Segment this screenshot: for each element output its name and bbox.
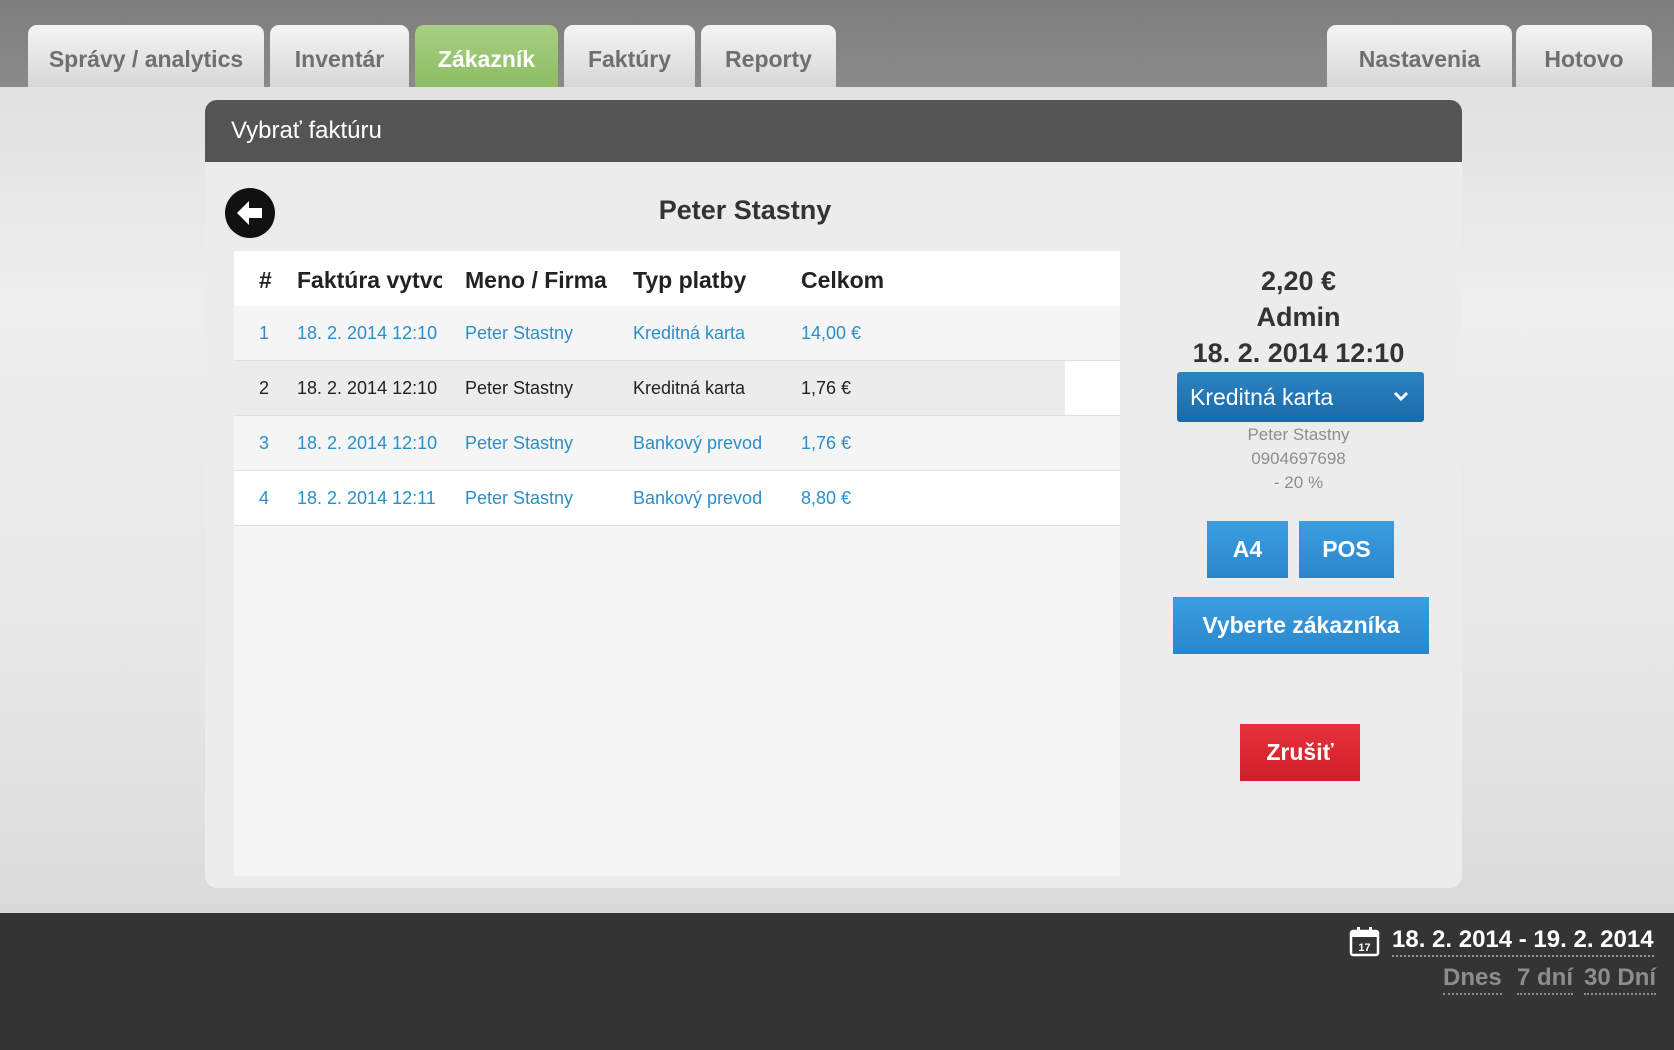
print-a4-button[interactable]: A4 <box>1207 521 1288 578</box>
tab-reporty[interactable]: Reporty <box>701 25 836 87</box>
table-row[interactable]: 3 18. 2. 2014 12:10 Peter Stastny Bankov… <box>234 416 1120 471</box>
row-total: 1,76 € <box>801 378 852 398</box>
row-payment: Bankový prevod <box>633 488 763 508</box>
row-name: Peter Stastny <box>465 323 574 343</box>
tab-faktury[interactable]: Faktúry <box>564 25 695 87</box>
row-created: 18. 2. 2014 12:11 <box>297 488 436 508</box>
header-payment: Typ platby <box>633 267 747 293</box>
payment-type-value: Kreditná karta <box>1190 383 1334 410</box>
select-invoice-panel: Vybrať faktúru Peter Stastny # Faktúra v… <box>205 100 1462 888</box>
arrow-left-icon <box>237 201 262 225</box>
row-total: 8,80 € <box>801 488 852 508</box>
row-number: 2 <box>259 378 270 398</box>
select-customer-button[interactable]: Vyberte zákazníka <box>1173 597 1429 654</box>
print-pos-button[interactable]: POS <box>1299 521 1394 578</box>
calendar-day: 17 <box>1358 942 1370 954</box>
calendar-icon[interactable]: 17 <box>1349 926 1380 957</box>
row-created: 18. 2. 2014 12:10 <box>297 323 438 343</box>
row-number: 4 <box>259 488 270 508</box>
table-row[interactable]: 4 18. 2. 2014 12:11 Peter Stastny Bankov… <box>234 471 1120 526</box>
invoice-user: Admin <box>1256 302 1341 332</box>
tab-zakaznik[interactable]: Zákazník <box>415 25 558 87</box>
customer-name-title: Peter Stastny <box>658 195 832 225</box>
row-name: Peter Stastny <box>465 378 574 398</box>
chevron-down-icon <box>1393 391 1409 402</box>
row-number: 1 <box>259 323 270 343</box>
row-created: 18. 2. 2014 12:10 <box>297 433 438 453</box>
header-name: Meno / Firma <box>465 267 607 293</box>
detail-phone: 0904697698 <box>1251 449 1346 468</box>
invoice-datetime: 18. 2. 2014 12:10 <box>1192 338 1405 368</box>
tab-spravy-analytics[interactable]: Správy / analytics <box>28 25 264 87</box>
table-header-row: # Faktúra vytvorená Meno / Firma Typ pla… <box>234 251 1120 306</box>
header-created: Faktúra vytvorená <box>297 267 442 293</box>
row-name: Peter Stastny <box>465 433 574 453</box>
panel-title: Vybrať faktúru <box>205 100 1462 162</box>
cancel-button[interactable]: Zrušiť <box>1240 724 1360 781</box>
row-payment: Bankový prevod <box>633 433 763 453</box>
invoice-amount: 2,20 € <box>1260 266 1337 296</box>
range-30-days[interactable]: 30 Dní <box>1584 963 1657 995</box>
table-row[interactable]: 1 18. 2. 2014 12:10 Peter Stastny Kredit… <box>234 306 1120 361</box>
detail-customer-name: Peter Stastny <box>1247 425 1350 444</box>
payment-type-select[interactable]: Kreditná karta <box>1177 372 1424 422</box>
row-payment: Kreditná karta <box>633 323 746 343</box>
row-total: 14,00 € <box>801 323 862 343</box>
header-total: Celkom <box>801 267 885 293</box>
header-number: # <box>259 267 272 293</box>
invoice-table: # Faktúra vytvorená Meno / Firma Typ pla… <box>234 251 1120 876</box>
back-button[interactable] <box>225 188 275 238</box>
row-selection-marker <box>1065 361 1120 415</box>
footer-bar: 17 18. 2. 2014 - 19. 2. 2014 Dnes 7 dní … <box>0 913 1674 1050</box>
range-7-days[interactable]: 7 dní <box>1517 963 1574 995</box>
date-range-picker[interactable]: 18. 2. 2014 - 19. 2. 2014 <box>1392 925 1654 957</box>
tab-hotovo[interactable]: Hotovo <box>1516 25 1652 87</box>
row-number: 3 <box>259 433 270 453</box>
row-created: 18. 2. 2014 12:10 <box>297 378 438 398</box>
detail-discount: - 20 % <box>1273 473 1324 492</box>
row-total: 1,76 € <box>801 433 852 453</box>
tab-nastavenia[interactable]: Nastavenia <box>1327 25 1512 87</box>
table-row-selected[interactable]: 2 18. 2. 2014 12:10 Peter Stastny Kredit… <box>234 361 1120 416</box>
row-payment: Kreditná karta <box>633 378 746 398</box>
range-today[interactable]: Dnes <box>1443 963 1502 995</box>
top-tab-bar: Správy / analytics Inventár Zákazník Fak… <box>0 0 1674 87</box>
row-name: Peter Stastny <box>465 488 574 508</box>
tab-inventar[interactable]: Inventár <box>270 25 409 87</box>
